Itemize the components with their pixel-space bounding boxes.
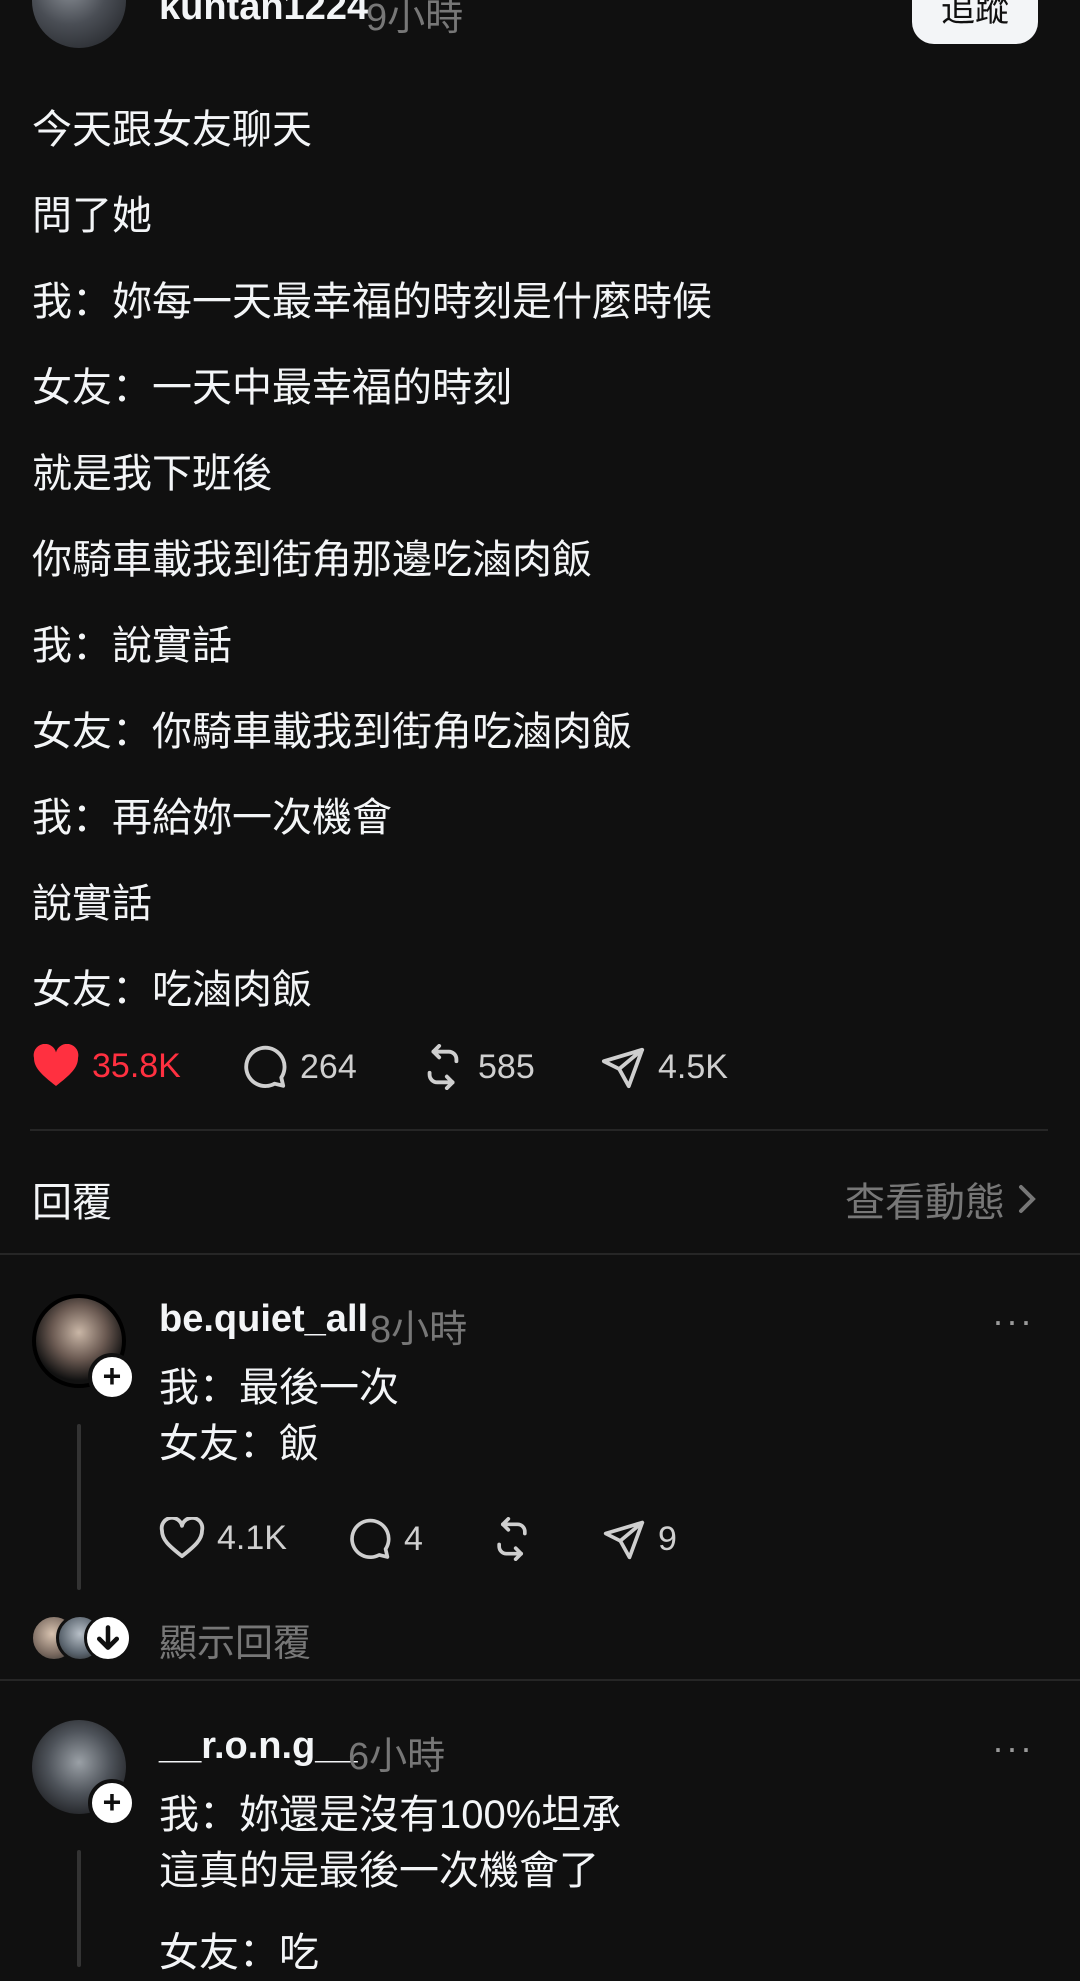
reply-repost-button[interactable] [490, 1517, 546, 1561]
author-username[interactable]: kuntan1224 [159, 0, 368, 29]
repost-button[interactable]: 585 [420, 1044, 535, 1090]
reply-like-button[interactable]: 4.1K [159, 1517, 287, 1559]
post-text-line: 今天跟女友聊天 [32, 108, 312, 152]
post-text-line: 我：再給妳一次機會 [32, 796, 392, 840]
chevron-right-icon [1019, 1185, 1036, 1213]
more-options-icon[interactable]: ··· [992, 1727, 1034, 1769]
author-avatar[interactable] [32, 0, 126, 48]
post-text-line: 女友：你騎車載我到街角吃滷肉飯 [32, 710, 632, 754]
view-activity-link[interactable]: 查看動態 [845, 1170, 1041, 1228]
view-activity-label: 查看動態 [845, 1181, 1005, 1225]
repost-icon [497, 1517, 527, 1561]
thread-line [77, 1424, 81, 1590]
reply-timestamp: 6小時 [348, 1736, 446, 1778]
reply-share-button[interactable]: 9 [602, 1517, 677, 1561]
actions-divider [30, 1129, 1048, 1131]
heart-filled-icon [33, 1044, 79, 1086]
comment-button[interactable]: 264 [242, 1044, 357, 1090]
arrow-down-icon [84, 1614, 132, 1662]
thread-line [77, 1850, 81, 1967]
send-icon [603, 1520, 645, 1560]
post-text-line: 就是我下班後 [32, 452, 272, 496]
like-button[interactable]: 35.8K [32, 1044, 181, 1088]
reply-text-line: 這真的是最後一次機會了 [159, 1849, 599, 1893]
reply-comment-count: 4 [404, 1519, 423, 1558]
reply-timestamp: 8小時 [370, 1309, 468, 1351]
post-text-line: 說實話 [32, 882, 152, 926]
replies-title: 回覆 [32, 1181, 112, 1225]
reply-text-line: 女友：飯 [159, 1422, 319, 1466]
follow-button[interactable]: 追蹤 [912, 0, 1038, 44]
reply-username[interactable]: __r.o.n.g__ [159, 1725, 358, 1768]
reply-like-count: 4.1K [217, 1518, 287, 1557]
post-text-line: 問了她 [32, 194, 152, 238]
repost-icon [427, 1044, 459, 1090]
reply-text-line: 女友：吃 [159, 1931, 319, 1975]
post-text-line: 女友：吃滷肉飯 [32, 968, 312, 1012]
reply-comment-button[interactable]: 4 [348, 1517, 423, 1561]
repost-count: 585 [478, 1047, 535, 1086]
send-icon [601, 1047, 645, 1089]
post-timestamp: 9小時 [366, 0, 464, 39]
post-text-line: 女友：一天中最幸福的時刻 [32, 366, 512, 410]
reply-divider [0, 1679, 1080, 1681]
reply-text-line: 我：最後一次 [159, 1366, 399, 1410]
section-divider [0, 1253, 1080, 1255]
share-count: 4.5K [658, 1047, 728, 1086]
post-text-line: 你騎車載我到街角那邊吃滷肉飯 [32, 538, 592, 582]
comment-count: 264 [300, 1047, 357, 1086]
like-count: 35.8K [92, 1046, 181, 1085]
reply-share-count: 9 [658, 1519, 677, 1558]
follow-plus-icon[interactable]: + [88, 1353, 136, 1401]
show-replies-label: 顯示回覆 [159, 1623, 312, 1665]
share-button[interactable]: 4.5K [600, 1044, 728, 1090]
heart-icon [159, 1517, 205, 1559]
more-options-icon[interactable]: ··· [992, 1300, 1034, 1342]
post-text-line: 我：妳每一天最幸福的時刻是什麼時候 [32, 280, 712, 324]
post-text-line: 我：說實話 [32, 624, 232, 668]
comment-icon [244, 1045, 287, 1088]
follow-plus-icon[interactable]: + [88, 1779, 136, 1827]
show-replies-row[interactable]: 顯示回覆 [30, 1610, 330, 1665]
reply-text-line: 我：妳還是沒有100%坦承 [159, 1793, 622, 1837]
comment-icon [350, 1518, 391, 1559]
reply-username[interactable]: be.quiet_all [159, 1298, 368, 1341]
